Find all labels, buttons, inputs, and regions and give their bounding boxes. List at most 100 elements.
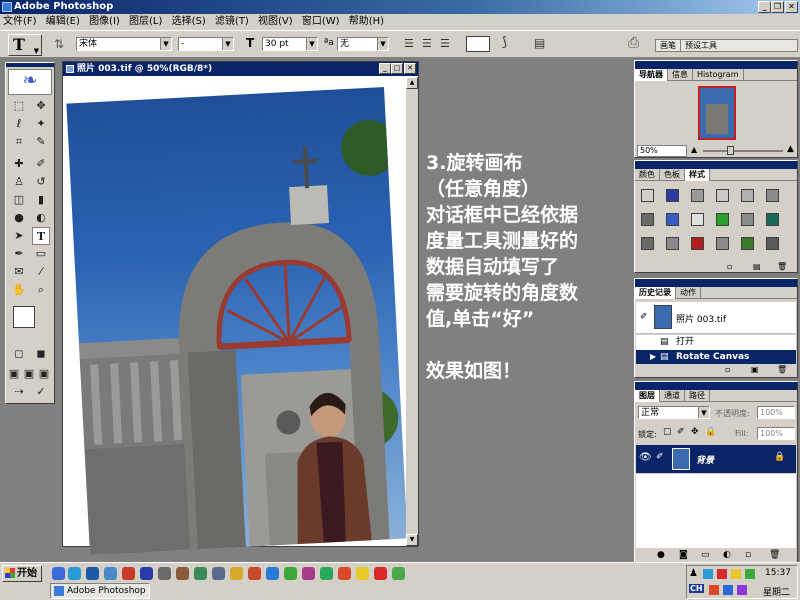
tab-channels[interactable]: 通道 <box>660 390 685 402</box>
zoom-in-icon[interactable]: ▲ <box>787 144 794 154</box>
style-swatch[interactable] <box>691 189 704 202</box>
start-button[interactable]: 开始 <box>2 565 42 582</box>
task-photoshop[interactable]: Adobe Photoshop <box>50 583 150 599</box>
clock-time[interactable]: 15:37 <box>765 568 791 578</box>
tab-info[interactable]: 信息 <box>668 69 693 81</box>
quicklaunch-net-icon[interactable] <box>392 567 405 580</box>
layer-row-background[interactable]: 👁 ✐ 背景 🔒 <box>636 445 796 473</box>
trash-icon[interactable]: 🗑 <box>777 262 787 271</box>
screen-mode-standard-icon[interactable]: ▣ <box>7 365 21 383</box>
tray-security-icon[interactable] <box>717 569 727 579</box>
navigator-zoom-slider[interactable] <box>703 150 783 152</box>
quicklaunch-ie-icon[interactable] <box>52 567 65 580</box>
style-swatch[interactable] <box>666 237 679 250</box>
quicklaunch-green-icon[interactable] <box>284 567 297 580</box>
quicklaunch-yellow-icon[interactable] <box>356 567 369 580</box>
menu-file[interactable]: 文件(F) <box>0 14 40 30</box>
tab-actions[interactable]: 动作 <box>676 287 701 299</box>
quicklaunch-screen-icon[interactable] <box>212 567 225 580</box>
scroll-down-button[interactable]: ▼ <box>406 534 418 546</box>
lock-image-icon[interactable]: ✐ <box>677 427 685 437</box>
menu-edit[interactable]: 编辑(E) <box>43 14 83 30</box>
doc-close-button[interactable]: ✕ <box>404 63 416 74</box>
tab-histogram[interactable]: Histogram <box>693 69 744 81</box>
navigator-thumbnail[interactable] <box>698 86 736 140</box>
adjustment-layer-icon[interactable]: ◐ <box>723 550 731 560</box>
screen-mode-full-icon[interactable]: ▣ <box>37 365 51 383</box>
quicklaunch-chat-icon[interactable] <box>320 567 333 580</box>
printer-icon[interactable]: ⎙ <box>628 35 639 51</box>
tab-paths[interactable]: 路径 <box>685 390 710 402</box>
style-swatch[interactable] <box>666 189 679 202</box>
move-tool-icon[interactable]: ✥ <box>32 97 50 115</box>
quicklaunch-app-icon[interactable] <box>122 567 135 580</box>
menu-view[interactable]: 视图(V) <box>255 14 296 30</box>
tab-swatches[interactable]: 色板 <box>660 169 685 181</box>
style-swatch[interactable] <box>766 237 779 250</box>
style-swatch[interactable] <box>666 213 679 226</box>
quicklaunch-photo-icon[interactable] <box>176 567 189 580</box>
blur-tool-icon[interactable]: ● <box>10 209 28 227</box>
quick-mask-icon[interactable]: ◼ <box>32 345 50 363</box>
magic-wand-icon[interactable]: ✦ <box>32 115 50 133</box>
delete-layer-icon[interactable]: 🗑 <box>769 550 780 560</box>
tray-volume-icon[interactable] <box>723 585 733 595</box>
style-swatch[interactable] <box>716 237 729 250</box>
style-swatch[interactable] <box>641 237 654 250</box>
history-item-open[interactable]: ▤ 打开 <box>636 335 796 350</box>
minimize-button[interactable]: _ <box>758 1 771 13</box>
text-orientation-icon[interactable]: ⇅ <box>54 37 64 51</box>
layer-style-icon[interactable]: ● <box>657 550 665 560</box>
font-size-select[interactable]: 30 pt ▼ <box>262 37 318 51</box>
vertical-scrollbar[interactable]: ▲ ▼ <box>406 77 418 546</box>
navigator-zoom-field[interactable]: 50% <box>637 145 687 157</box>
style-swatch[interactable] <box>641 213 654 226</box>
scroll-up-button[interactable]: ▲ <box>406 77 418 89</box>
menu-select[interactable]: 选择(S) <box>169 14 209 30</box>
new-style-icon[interactable]: ▫ <box>727 262 732 271</box>
tab-styles[interactable]: 样式 <box>685 169 710 181</box>
palette-well-tab-brushes[interactable]: 画笔 <box>656 40 681 51</box>
clone-stamp-icon[interactable]: ♙ <box>10 173 28 191</box>
palette-well-tab-presets[interactable]: 预设工具 <box>681 40 721 51</box>
style-swatch[interactable] <box>691 213 704 226</box>
new-snapshot-icon[interactable]: ▣ <box>751 365 759 374</box>
quicklaunch-alert-icon[interactable] <box>374 567 387 580</box>
menu-help[interactable]: 帮助(H) <box>346 14 387 30</box>
ime-indicator[interactable]: CH <box>689 584 704 593</box>
menu-window[interactable]: 窗口(W) <box>299 14 343 30</box>
menu-filter[interactable]: 滤镜(T) <box>212 14 252 30</box>
layer-visibility-eye-icon[interactable]: 👁 <box>639 452 652 463</box>
delete-style-icon[interactable]: ▤ <box>753 262 761 271</box>
align-right-icon[interactable]: ☰ <box>440 37 450 50</box>
shape-tool-icon[interactable]: ▭ <box>32 245 50 263</box>
quicklaunch-tool-icon[interactable] <box>158 567 171 580</box>
font-family-select[interactable]: 宋体 ▼ <box>76 37 172 51</box>
zoom-out-icon[interactable]: ▲ <box>691 145 697 154</box>
blend-mode-select[interactable]: 正常 ▼ <box>638 406 710 419</box>
palettes-toggle-icon[interactable]: ▤ <box>534 36 545 50</box>
tray-input-icon[interactable] <box>709 585 719 595</box>
lock-all-icon[interactable]: 🔒 <box>705 427 716 437</box>
lock-position-icon[interactable]: ✥ <box>691 427 699 437</box>
style-swatch[interactable] <box>641 189 654 202</box>
document-canvas[interactable] <box>64 77 408 556</box>
slice-tool-icon[interactable]: ✎ <box>32 133 50 151</box>
style-swatch[interactable] <box>716 189 729 202</box>
layer-mask-icon[interactable]: ◙ <box>679 550 688 560</box>
tab-history[interactable]: 历史记录 <box>635 287 676 299</box>
quicklaunch-media-icon[interactable] <box>86 567 99 580</box>
eyedropper-icon[interactable]: ⁄ <box>32 263 50 281</box>
tray-network-icon[interactable] <box>703 569 713 579</box>
hand-tool-icon[interactable]: ✋ <box>10 281 28 299</box>
style-swatch[interactable] <box>691 237 704 250</box>
history-item-rotate-canvas[interactable]: ▶ ▤ Rotate Canvas <box>636 350 796 364</box>
adobe-online-icon[interactable]: ❧ <box>8 69 52 95</box>
pen-tool-icon[interactable]: ✒ <box>10 245 28 263</box>
type-tool-icon[interactable]: T <box>32 227 50 245</box>
tab-layers[interactable]: 图层 <box>635 390 660 402</box>
quicklaunch-browser-icon[interactable] <box>68 567 81 580</box>
tray-extra-icon[interactable] <box>737 585 747 595</box>
standard-mode-icon[interactable]: ◻ <box>10 345 28 363</box>
quicklaunch-red-icon[interactable] <box>338 567 351 580</box>
